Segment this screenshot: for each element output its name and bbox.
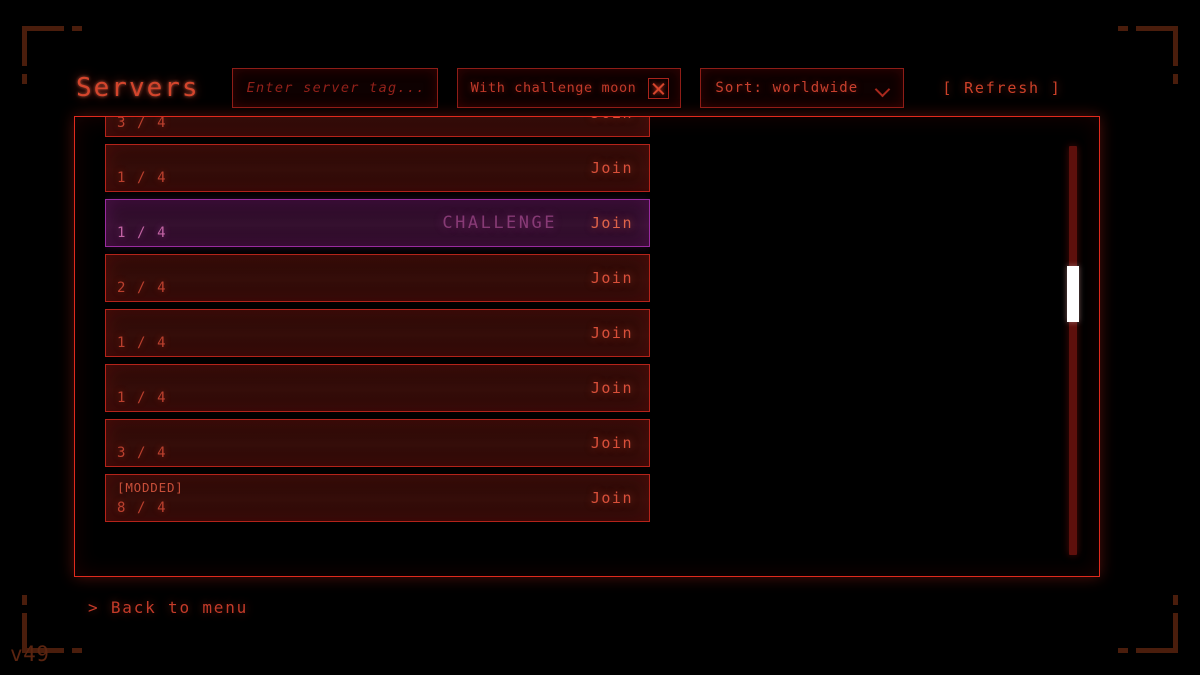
server-list-scrollbar[interactable]	[1069, 146, 1077, 555]
page-title: Servers	[76, 73, 200, 103]
table-row[interactable]: 1 / 4 Join	[105, 144, 650, 192]
player-count: 1 / 4	[117, 335, 167, 351]
corner-bracket-top-left	[22, 26, 78, 78]
join-button[interactable]: Join	[591, 159, 633, 177]
server-list: 3 / 4Join1 / 4Join1 / 4CHALLENGEJoin2 / …	[105, 117, 650, 529]
server-name: [MODDED]	[117, 480, 184, 495]
join-button[interactable]: Join	[591, 379, 633, 397]
player-count: 8 / 4	[117, 500, 167, 516]
join-button[interactable]: Join	[591, 324, 633, 342]
join-button[interactable]: Join	[591, 117, 633, 122]
back-to-menu-button[interactable]: > Back to menu	[88, 598, 248, 617]
version-label: v49	[10, 642, 49, 666]
sort-dropdown-label: Sort: worldwide	[715, 80, 858, 96]
chevron-down-icon	[876, 84, 889, 92]
x-mark-icon[interactable]	[648, 78, 669, 99]
table-row[interactable]: 1 / 4 CHALLENGE Join	[105, 199, 650, 247]
challenge-badge: CHALLENGE	[442, 213, 557, 233]
join-button[interactable]: Join	[591, 214, 633, 232]
table-row[interactable]: 3 / 4 Join	[105, 117, 650, 137]
player-count: 1 / 4	[117, 225, 167, 241]
challenge-moon-filter[interactable]: With challenge moon	[457, 68, 682, 108]
table-row[interactable]: 1 / 4 Join	[105, 309, 650, 357]
search-field[interactable]	[232, 68, 438, 108]
join-button[interactable]: Join	[591, 489, 633, 507]
corner-bracket-top-right	[1122, 26, 1178, 78]
refresh-button[interactable]: [ Refresh ]	[942, 79, 1061, 97]
challenge-moon-filter-label: With challenge moon	[471, 80, 637, 96]
table-row[interactable]: 1 / 4 Join	[105, 364, 650, 412]
join-button[interactable]: Join	[591, 269, 633, 287]
server-list-panel: 3 / 4Join1 / 4Join1 / 4CHALLENGEJoin2 / …	[74, 116, 1100, 577]
join-button[interactable]: Join	[591, 434, 633, 452]
table-row[interactable]: 3 / 4 Join	[105, 419, 650, 467]
player-count: 2 / 4	[117, 280, 167, 296]
scrollbar-thumb[interactable]	[1067, 266, 1079, 322]
corner-bracket-bottom-right	[1122, 601, 1178, 653]
player-count: 1 / 4	[117, 170, 167, 186]
player-count: 3 / 4	[117, 117, 167, 131]
table-row[interactable]: 2 / 4 Join	[105, 254, 650, 302]
player-count: 1 / 4	[117, 390, 167, 406]
server-list-viewport: 3 / 4Join1 / 4Join1 / 4CHALLENGEJoin2 / …	[105, 117, 650, 576]
table-row[interactable]: [MODDED] 8 / 4 Join	[105, 474, 650, 522]
player-count: 3 / 4	[117, 445, 167, 461]
sort-dropdown[interactable]: Sort: worldwide	[700, 68, 904, 108]
header-bar: Servers With challenge moon Sort: worldw…	[76, 62, 1126, 114]
search-input[interactable]	[247, 80, 423, 96]
